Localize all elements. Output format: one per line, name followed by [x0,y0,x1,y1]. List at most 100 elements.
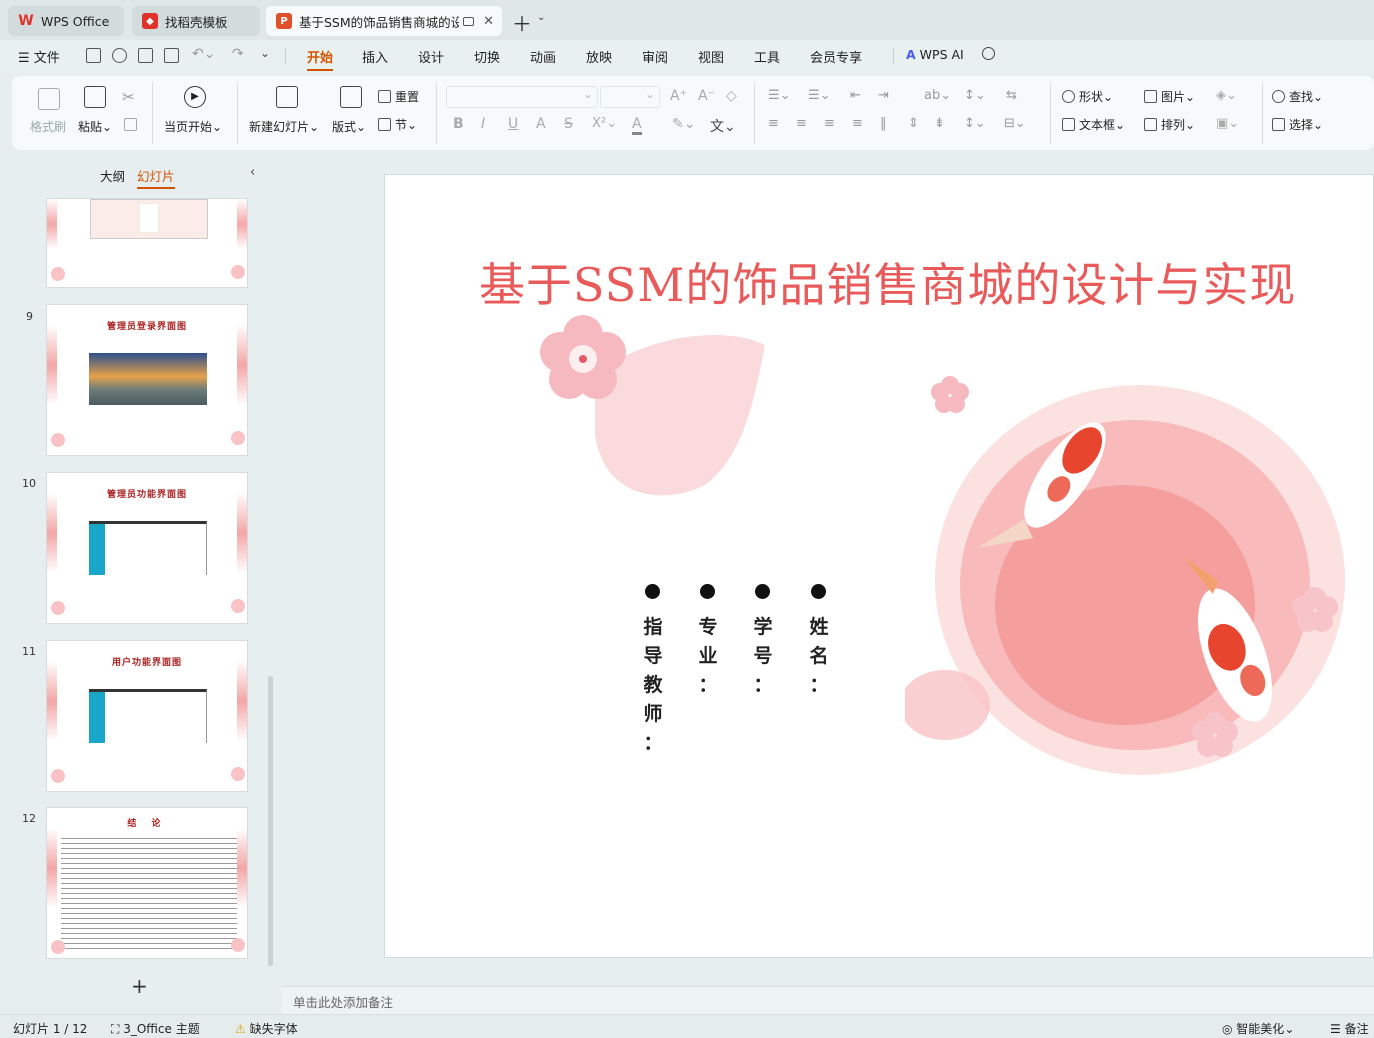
decrease-indent-icon[interactable]: ⇤ [850,88,861,103]
decrease-font-icon[interactable]: A⁻ [698,88,715,104]
distribute-icon[interactable]: ‖ [880,116,887,131]
smart-beautify-button[interactable]: ◎ 智能美化⌄ [1222,1020,1294,1037]
bold-icon[interactable]: B [453,116,464,132]
slide-canvas[interactable]: 基于SSM的饰品销售商城的设计与实现 指 导 教 师 ： 专 业 ： 学 号 ：… [384,174,1374,958]
paste-button[interactable]: 粘贴 ⌄ [78,118,112,135]
menu-design[interactable]: 设计 [418,47,444,66]
shape-button[interactable]: 形状 ⌄ [1062,88,1113,105]
fill-icon[interactable]: ◈⌄ [1216,88,1237,103]
slide-thumbnail-9[interactable]: 管理员登录界面图 [46,304,248,456]
superscript-icon[interactable]: X²⌄ [592,116,617,131]
copy-icon[interactable] [124,118,137,131]
increase-indent-icon[interactable]: ⇥ [878,88,889,103]
close-tab-icon[interactable]: ✕ [483,14,494,29]
justify-icon[interactable]: ≡ [852,116,863,131]
phonetic-icon[interactable]: 文⌄ [710,116,736,136]
align-center-icon[interactable]: ≡ [796,116,807,131]
menu-review[interactable]: 审阅 [642,47,668,66]
find-button[interactable]: 查找 ⌄ [1272,88,1323,105]
align-left-icon[interactable]: ≡ [768,116,779,131]
underline-icon[interactable]: U [508,116,518,132]
italic-icon[interactable]: I [481,116,485,132]
columns-icon[interactable]: ⇟ [934,116,945,131]
section-button[interactable]: 节 ⌄ [378,116,417,133]
file-menu[interactable]: ☰ 文件 [18,47,60,66]
paragraph-spacing-icon[interactable]: ↕⌄ [964,116,986,131]
numbered-list-icon[interactable]: ☰⌄ [808,88,831,103]
arrange-button[interactable]: 排列 ⌄ [1144,116,1195,133]
text-effect-icon[interactable]: A [536,116,546,132]
thumb-flower [51,940,65,954]
vertical-align-icon[interactable]: ⇕ [908,116,919,131]
slide-number: 11 [22,645,36,658]
text-box-align-icon[interactable]: ⊟⌄ [1004,116,1026,131]
menu-view[interactable]: 视图 [698,47,724,66]
thumb-decor-left [47,828,57,908]
theme-button[interactable]: ⛶ 3_Office 主题 [111,1020,200,1037]
tab-wps-office[interactable]: W WPS Office [8,6,124,36]
add-slide-button[interactable]: + [131,974,148,998]
format-painter-button[interactable]: 格式刷 [30,118,66,135]
tab-list-chevron-icon[interactable]: ⌄ [537,12,545,23]
new-slide-button[interactable]: 新建幻灯片 ⌄ [249,118,319,135]
align-right-icon[interactable]: ≡ [824,116,835,131]
highlight-icon[interactable]: ✎⌄ [672,116,695,132]
save-icon[interactable] [86,48,101,63]
menu-membership[interactable]: 会员专享 [810,47,862,66]
slide-thumbnail-10[interactable]: 管理员功能界面图 [46,472,248,624]
notes-toggle-button[interactable]: ☰ 备注 [1330,1020,1369,1037]
textbox-button[interactable]: 文本框 ⌄ [1062,116,1125,133]
slide-thumbnail-8[interactable] [46,198,248,288]
notes-pane[interactable]: 单击此处添加备注 [282,986,1374,1014]
undo-icon[interactable]: ↶⌄ [192,46,215,62]
text-direction-icon[interactable]: ab⌄ [924,88,951,103]
increase-font-icon[interactable]: A⁺ [670,88,687,104]
advisor-label[interactable]: 指 导 教 师 ： [640,613,666,758]
picture-button[interactable]: 图片 ⌄ [1144,88,1195,105]
tab-slides[interactable]: 幻灯片 [137,166,175,189]
play-from-current-button[interactable]: 当页开始 ⌄ [164,118,222,135]
panel-scrollbar[interactable] [268,676,273,966]
wps-ai-button[interactable]: A WPS AI [906,47,964,62]
clear-format-icon[interactable]: ◇ [726,88,737,104]
cut-icon[interactable]: ✂ [122,88,135,106]
reset-button[interactable]: 重置 [378,88,419,105]
collapse-panel-icon[interactable]: ‹ [250,165,255,180]
font-color-icon[interactable]: A [632,116,642,135]
line-spacing-icon[interactable]: ↕⌄ [964,88,986,103]
export-pdf-icon[interactable] [112,48,127,63]
new-tab-button[interactable]: ＋ [512,8,532,37]
bullet-list-icon[interactable]: ☰⌄ [768,88,791,103]
tab-docer[interactable]: ◆ 找稻壳模板 [132,6,260,36]
print-icon[interactable] [138,48,153,63]
notes-placeholder[interactable]: 单击此处添加备注 [293,992,393,1011]
slide-thumbnail-12[interactable]: 结 论 [46,807,248,959]
tab-document[interactable]: P 基于SSM的饰品销售商城的设 ✕ [266,6,502,36]
slide-title[interactable]: 基于SSM的饰品销售商城的设计与实现 [479,249,1374,315]
search-icon[interactable] [982,47,995,60]
name-label[interactable]: 姓 名 ： [806,613,832,700]
strikethrough-icon[interactable]: S [564,116,573,132]
student-id-label[interactable]: 学 号 ： [750,613,776,700]
menu-animation[interactable]: 动画 [530,47,556,66]
menu-slideshow[interactable]: 放映 [586,47,612,66]
layout-button[interactable]: 版式 ⌄ [332,118,366,135]
menu-insert[interactable]: 插入 [362,47,388,66]
outline-icon[interactable]: ▣⌄ [1216,116,1239,131]
menu-transition[interactable]: 切换 [474,47,500,66]
font-family-select[interactable]: ⌄ [446,86,598,108]
select-button[interactable]: 选择 ⌄ [1272,116,1323,133]
tab-outline[interactable]: 大纲 [100,166,125,185]
convert-icon[interactable]: ⇆ [1006,88,1017,103]
font-size-select[interactable]: ⌄ [600,86,660,108]
redo-icon[interactable]: ↷ [232,46,244,62]
textbox-icon [1062,118,1075,131]
print-preview-icon[interactable] [164,48,179,63]
menu-tools[interactable]: 工具 [754,47,780,66]
thumb-flower [231,599,245,613]
major-label[interactable]: 专 业 ： [695,613,721,700]
missing-font-button[interactable]: ⚠ 缺失字体 [235,1020,298,1037]
slide-thumbnail-11[interactable]: 用户功能界面图 [46,640,248,792]
more-chevron-icon[interactable]: ⌄ [260,46,270,60]
menu-home[interactable]: 开始 [307,47,334,71]
